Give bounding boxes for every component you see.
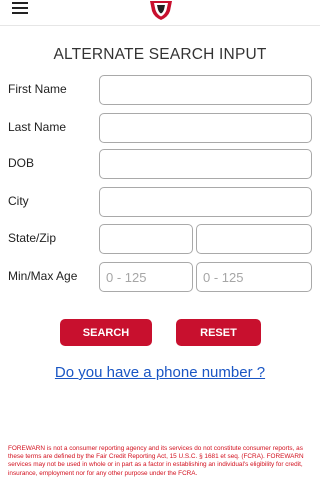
- forewarn-logo-icon: [150, 1, 172, 20]
- zip-input[interactable]: [196, 224, 312, 254]
- age-label: Min/Max Age: [8, 269, 78, 283]
- page-title: ALTERNATE SEARCH INPUT: [53, 46, 267, 63]
- top-bar: [0, 0, 320, 26]
- max-age-input[interactable]: [196, 262, 312, 292]
- dob-label: DOB: [8, 156, 35, 170]
- search-button[interactable]: SEARCH: [60, 319, 152, 346]
- last-name-label: Last Name: [8, 120, 67, 134]
- fcra-disclaimer: FOREWARN is not a consumer reporting age…: [8, 445, 304, 477]
- reset-button[interactable]: RESET: [176, 319, 261, 346]
- min-age-input[interactable]: [99, 262, 193, 292]
- last-name-row: Last Name: [0, 113, 320, 143]
- hamburger-menu-icon[interactable]: [12, 1, 30, 15]
- first-name-label: First Name: [8, 82, 67, 96]
- dob-row: DOB: [0, 149, 320, 179]
- first-name-row: First Name: [0, 75, 320, 105]
- last-name-input[interactable]: [99, 113, 312, 143]
- city-row: City: [0, 187, 320, 217]
- city-label: City: [8, 194, 29, 208]
- first-name-input[interactable]: [99, 75, 312, 105]
- state-zip-row: State/Zip: [0, 224, 320, 254]
- state-input[interactable]: [99, 224, 193, 254]
- phone-number-link[interactable]: Do you have a phone number ?: [0, 364, 320, 381]
- age-row: Min/Max Age: [0, 262, 320, 292]
- dob-input[interactable]: [99, 149, 312, 179]
- state-zip-label: State/Zip: [8, 231, 57, 245]
- city-input[interactable]: [99, 187, 312, 217]
